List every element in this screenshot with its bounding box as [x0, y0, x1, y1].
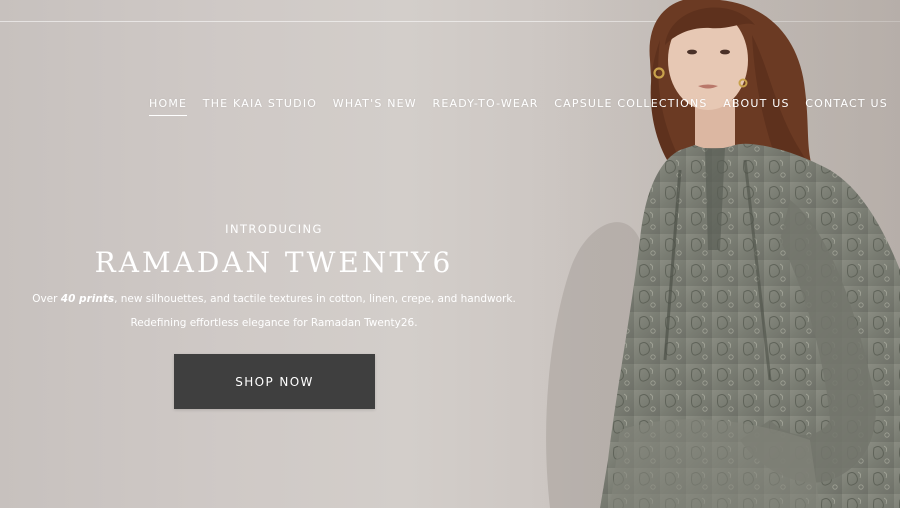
nav-item-ready-to-wear[interactable]: READY-TO-WEAR	[432, 97, 538, 116]
hero-banner: HOME THE KAIA STUDIO WHAT'S NEW READY-TO…	[0, 0, 900, 508]
hero-model-image	[530, 0, 900, 508]
nav-item-the-kaia-studio[interactable]: THE KAIA STUDIO	[203, 97, 317, 116]
nav-item-contact-us[interactable]: CONTACT US	[805, 97, 888, 116]
nav-item-whats-new[interactable]: WHAT'S NEW	[333, 97, 417, 116]
hero-eyebrow: INTRODUCING	[225, 222, 323, 236]
nav-item-home[interactable]: HOME	[149, 97, 188, 116]
hero-title: RAMADAN TWENTY6	[94, 246, 454, 279]
main-navigation: HOME THE KAIA STUDIO WHAT'S NEW READY-TO…	[149, 97, 888, 116]
hero-description-part2: , new silhouettes, and tactile textures …	[114, 293, 516, 305]
shop-now-button[interactable]: SHOP NOW	[174, 354, 375, 409]
hero-description: Over 40 prints, new silhouettes, and tac…	[20, 292, 528, 306]
nav-item-capsule-collections[interactable]: CAPSULE COLLECTIONS	[554, 97, 707, 116]
hero-subtitle: Redefining effortless elegance for Ramad…	[130, 317, 418, 329]
nav-item-about-us[interactable]: ABOUT US	[723, 97, 789, 116]
hero-description-emphasis: 40 prints	[60, 293, 115, 305]
hero-description-part1: Over	[32, 293, 61, 305]
